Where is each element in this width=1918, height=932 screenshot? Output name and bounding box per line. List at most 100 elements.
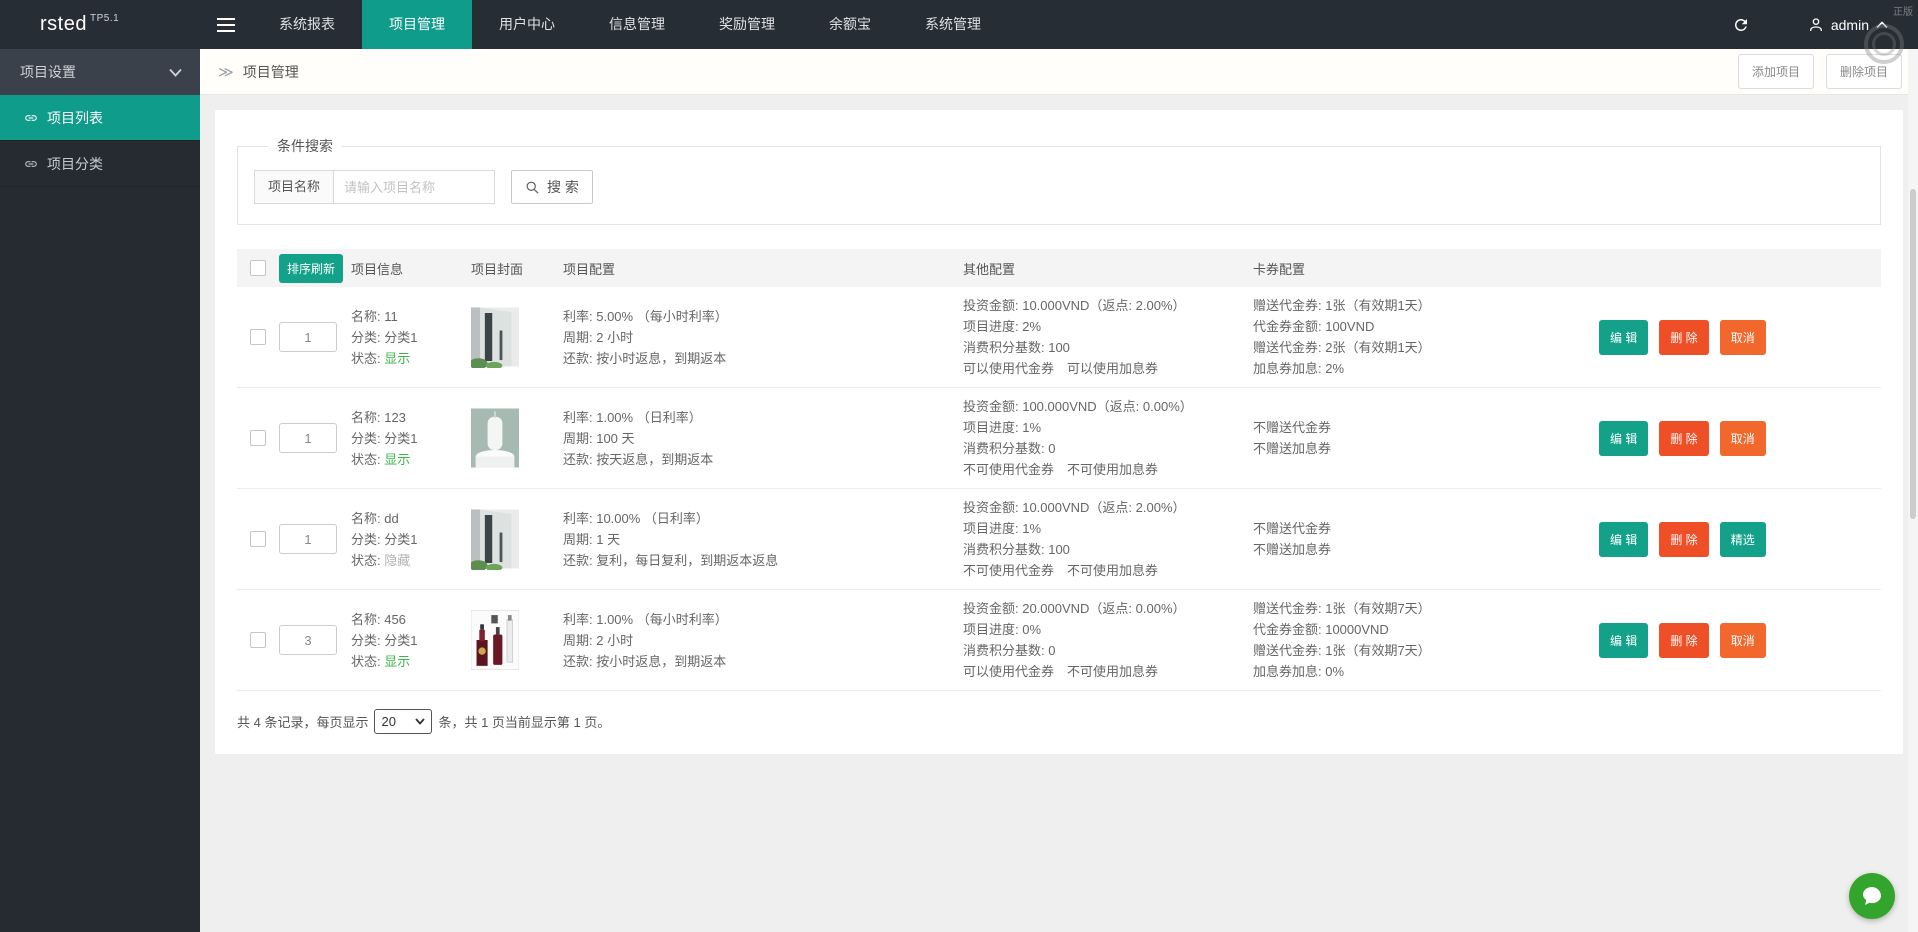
select-all-checkbox[interactable] (250, 260, 266, 276)
edit-button[interactable]: 编 辑 (1599, 521, 1649, 557)
edit-button[interactable]: 编 辑 (1599, 420, 1649, 456)
row-checkbox[interactable] (250, 632, 266, 648)
nav-item-rewards[interactable]: 奖励管理 (692, 0, 802, 49)
delete-button[interactable]: 删 除 (1659, 622, 1709, 658)
nav-item-yuebao[interactable]: 余额宝 (802, 0, 898, 49)
refresh-icon[interactable] (1732, 16, 1750, 34)
config-rate: 利率: 1.00% （日利率） (563, 409, 702, 425)
nav-item-system[interactable]: 系统管理 (898, 0, 1008, 49)
sort-order-input[interactable] (279, 524, 337, 554)
menu-toggle-icon[interactable] (200, 0, 252, 49)
project-cover-image (471, 408, 519, 468)
sort-order-input[interactable] (279, 322, 337, 352)
col-header-card: 卡券配置 (1253, 261, 1306, 277)
username: admin (1830, 16, 1869, 33)
page-size-select[interactable]: 20 (374, 709, 433, 734)
breadcrumb-arrow-icon: ≫ (218, 63, 234, 81)
project-name-input[interactable] (333, 170, 496, 204)
project-name: 名称: 11 (351, 308, 398, 324)
search-fieldset: 条件搜索 项目名称 搜 索 (237, 136, 1881, 225)
watermark-seal (1864, 24, 1904, 64)
row-checkbox[interactable] (250, 430, 266, 446)
card-line: 赠送代金券: 2张（有效期1天） (1253, 340, 1431, 355)
config-rate: 利率: 10.00% （日利率） (563, 510, 709, 526)
sidebar-item-label: 项目分类 (47, 155, 103, 172)
search-button[interactable]: 搜 索 (511, 170, 593, 204)
other-amount: 投资金额: 20.000VND（返点: 0.00%） (963, 601, 1186, 616)
edit-button[interactable]: 编 辑 (1599, 622, 1649, 658)
vertical-scrollbar[interactable] (1908, 49, 1918, 932)
delete-button[interactable]: 删 除 (1659, 521, 1709, 557)
chat-icon (1863, 887, 1881, 905)
status-value[interactable]: 隐藏 (384, 553, 410, 568)
project-category: 分类: 分类1 (351, 430, 418, 446)
status-value[interactable]: 显示 (384, 452, 410, 467)
project-category: 分类: 分类1 (351, 329, 418, 345)
project-cover-image (471, 307, 519, 368)
other-amount: 投资金额: 10.000VND（返点: 2.00%） (963, 500, 1186, 515)
config-rate: 利率: 1.00% （每小时利率） (563, 611, 728, 627)
table-row: 名称: 456 分类: 分类1 状态: 显示 (237, 590, 1881, 691)
project-name: 名称: 123 (351, 409, 406, 425)
project-category: 分类: 分类1 (351, 531, 418, 547)
status-value[interactable]: 显示 (384, 351, 410, 366)
other-points: 消费积分基数: 100 (963, 542, 1070, 557)
edit-button[interactable]: 编 辑 (1599, 319, 1649, 355)
row-checkbox[interactable] (250, 531, 266, 547)
card-line: 不赠送代金券 (1253, 521, 1332, 536)
panel: 条件搜索 项目名称 搜 索 排序刷 (215, 110, 1903, 754)
sort-order-input[interactable] (279, 423, 337, 453)
sidebar-item-label: 项目列表 (47, 109, 103, 126)
person-icon (1808, 17, 1824, 33)
pagination-suffix: 条，共 1 页当前显示第 1 页。 (438, 715, 611, 730)
feature-button[interactable]: 精选 (1719, 521, 1766, 557)
table-header: 排序刷新 项目信息 项目封面 项目配置 其他配置 卡券配置 (237, 249, 1881, 287)
main-area: ≫ 项目管理 添加项目 删除项目 条件搜索 项目名称 请输入项目名称 搜 索 排… (200, 49, 1918, 932)
search-field-label: 项目名称 (254, 170, 334, 204)
add-project-button[interactable]: 添加项目 (1737, 54, 1814, 89)
cancel-feature-button[interactable]: 取消 (1719, 622, 1766, 658)
row-checkbox[interactable] (250, 329, 266, 345)
sidebar-item-project-list[interactable]: 项目列表 (0, 95, 200, 141)
card-line: 赠送代金券: 1张（有效期7天） (1253, 643, 1431, 658)
nav-item-users[interactable]: 用户中心 (472, 0, 582, 49)
card-line: 不赠送加息券 (1253, 542, 1332, 557)
project-status: 状态: 显示 (351, 451, 411, 467)
top-nav: 系统报表 项目管理 用户中心 信息管理 奖励管理 余额宝 系统管理 (252, 0, 1008, 49)
nav-item-projects[interactable]: 项目管理 (362, 0, 472, 49)
search-button-label: 搜 索 (547, 179, 579, 195)
sort-order-input[interactable] (279, 625, 337, 655)
config-repay: 还款: 按小时返息，到期返本 (563, 653, 727, 669)
page-title: 项目管理 (242, 63, 299, 80)
watermark-text: 正版 (1893, 7, 1913, 18)
delete-button[interactable]: 删 除 (1659, 319, 1709, 355)
nav-item-info[interactable]: 信息管理 (582, 0, 692, 49)
other-progress: 项目进度: 0% (963, 622, 1042, 637)
other-coupon-usage: 可以使用代金券 不可使用加息券 (963, 664, 1159, 679)
table-row: 名称: 123 分类: 分类1 状态: 显示 (237, 388, 1881, 489)
table-row: 名称: dd 分类: 分类1 状态: 隐藏 利率: 10.00% （ (237, 489, 1881, 590)
config-period: 周期: 2 小时 (563, 632, 634, 648)
scrollbar-thumb[interactable] (1910, 189, 1916, 519)
other-coupon-usage: 不可使用代金券 不可使用加息券 (963, 563, 1159, 578)
chevron-down-icon (415, 718, 426, 725)
cancel-feature-button[interactable]: 取消 (1719, 319, 1766, 355)
config-repay: 还款: 按小时返息，到期返本 (563, 350, 727, 366)
sidebar-group-project-settings[interactable]: 项目设置 (0, 49, 200, 95)
col-header-config: 项目配置 (563, 261, 616, 277)
nav-item-reports[interactable]: 系统报表 (252, 0, 362, 49)
chat-fab-button[interactable] (1849, 873, 1895, 919)
chevron-down-icon (169, 68, 182, 77)
card-line: 不赠送代金券 (1253, 420, 1332, 435)
pagination: 共 4 条记录，每页显示 20 条，共 1 页当前显示第 1 页。 (237, 709, 1881, 734)
sort-refresh-button[interactable]: 排序刷新 (279, 253, 344, 283)
status-value[interactable]: 显示 (384, 654, 410, 669)
project-name: 名称: dd (351, 510, 399, 526)
col-header-cover: 项目封面 (471, 261, 524, 277)
sidebar-item-project-category[interactable]: 项目分类 (0, 141, 200, 187)
page-header: ≫ 项目管理 添加项目 删除项目 (200, 49, 1918, 95)
cancel-feature-button[interactable]: 取消 (1719, 420, 1766, 456)
config-period: 周期: 100 天 (563, 430, 635, 446)
search-group: 项目名称 搜 索 (254, 170, 1864, 204)
delete-button[interactable]: 删 除 (1659, 420, 1709, 456)
